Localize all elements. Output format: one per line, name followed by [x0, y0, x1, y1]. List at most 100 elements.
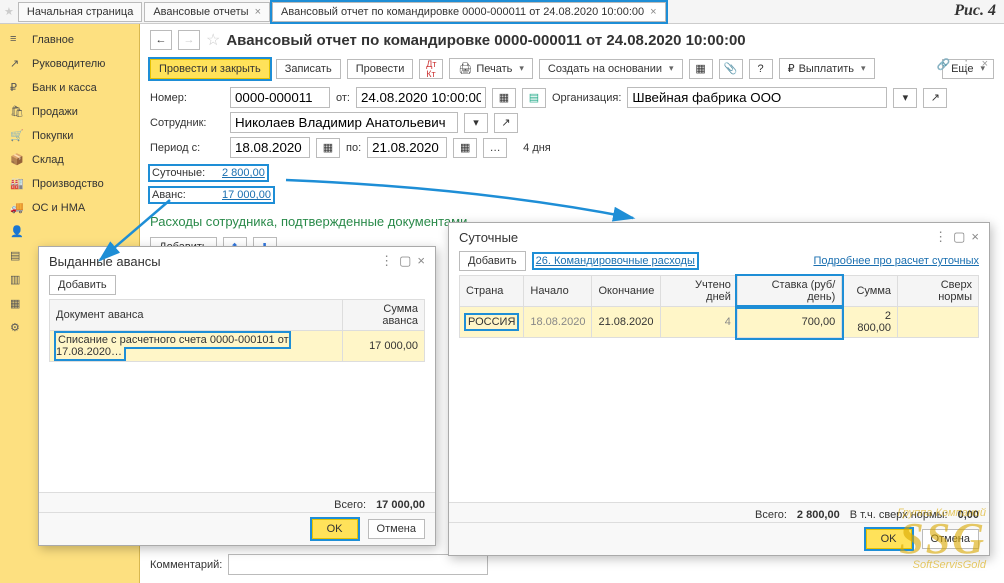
employee-label: Сотрудник:: [150, 117, 224, 129]
sidebar-item-sales[interactable]: 🛍Продажи: [0, 100, 139, 124]
number-label: Номер:: [150, 92, 224, 104]
pay-button[interactable]: ₽ Выплатить: [779, 58, 875, 79]
org-dd-icon[interactable]: ▾: [893, 88, 917, 108]
emp-open-icon[interactable]: ↗: [494, 113, 518, 133]
sidebar-item-bank[interactable]: ₽Банк и касса: [0, 76, 139, 100]
registry-button[interactable]: ▦: [689, 59, 713, 79]
adv-col-sum: Сумма аванса: [342, 300, 424, 331]
more-icon[interactable]: ⋮: [934, 229, 947, 245]
employee-input[interactable]: [230, 112, 458, 133]
truck-icon: 🚚: [10, 201, 24, 215]
sidebar-item-main[interactable]: ≡Главное: [0, 28, 139, 52]
cart-icon: 🛒: [10, 129, 24, 143]
restore-icon[interactable]: ▢: [399, 253, 411, 269]
chart-icon: ↗: [10, 57, 24, 71]
more-icon[interactable]: ⋮: [961, 58, 972, 71]
sidebar-item-assets[interactable]: 🚚ОС и НМА: [0, 196, 139, 220]
calendar-icon[interactable]: ▦: [492, 88, 516, 108]
advance-link[interactable]: 17 000,00: [222, 189, 271, 201]
pd-total-lbl: Всего:: [755, 509, 787, 521]
from-label: от:: [336, 92, 350, 104]
dtKt-button[interactable]: ДтКт: [419, 59, 443, 79]
post-button[interactable]: Провести: [347, 59, 414, 79]
comment-input[interactable]: [228, 554, 488, 575]
gear-icon: ⚙: [10, 321, 24, 335]
days-text: 4 дня: [523, 142, 551, 154]
attach-button[interactable]: 📎: [719, 59, 743, 79]
toolbar: Провести и закрыть Записать Провести ДтК…: [150, 58, 994, 79]
close-icon[interactable]: ×: [255, 6, 261, 18]
pd-add-button[interactable]: Добавить: [459, 251, 526, 271]
org-label: Организация:: [552, 92, 621, 104]
pd-ok-button[interactable]: OK: [866, 529, 912, 549]
pd-total: 2 800,00: [797, 509, 840, 521]
pd-row[interactable]: РОССИЯ 18.08.2020 21.08.2020 4 700,00 2 …: [460, 307, 979, 338]
print-button[interactable]: 🖨 Печать: [449, 58, 533, 79]
adv-ok-button[interactable]: OK: [312, 519, 358, 539]
adv-add-button[interactable]: Добавить: [49, 275, 116, 295]
advance-label: Аванс:: [152, 189, 216, 201]
figure-label: Рис. 4: [954, 2, 996, 20]
sidebar-item-purchases[interactable]: 🛒Покупки: [0, 124, 139, 148]
org-open-icon[interactable]: ↗: [923, 88, 947, 108]
close-icon[interactable]: ×: [982, 58, 988, 71]
calendar-icon[interactable]: ▦: [453, 138, 477, 158]
adv-total-lbl: Всего:: [334, 499, 366, 511]
period-to-input[interactable]: [367, 137, 447, 158]
number-input[interactable]: [230, 87, 330, 108]
period-from-input[interactable]: [230, 137, 310, 158]
adv-row-doc: Списание с расчетного счета 0000-000101 …: [56, 333, 289, 359]
date-input[interactable]: [356, 87, 486, 108]
close-icon[interactable]: ×: [417, 253, 425, 269]
page-title: Авансовый отчет по командировке 0000-000…: [226, 32, 745, 49]
pd-cancel-button[interactable]: Отмена: [922, 529, 979, 549]
period-more-button[interactable]: …: [483, 138, 507, 158]
save-button[interactable]: Записать: [276, 59, 341, 79]
pd-over-val: 0,00: [958, 509, 979, 521]
popup-perdiem-title: Суточные: [459, 230, 518, 245]
restore-icon[interactable]: ▢: [953, 229, 965, 245]
org-input[interactable]: [627, 87, 887, 108]
tab-home[interactable]: Начальная страница: [18, 2, 142, 22]
adv-cancel-button[interactable]: Отмена: [368, 519, 425, 539]
comment-label: Комментарий:: [150, 559, 222, 571]
popup-adv-title: Выданные авансы: [49, 254, 161, 269]
more-icon[interactable]: ⋮: [380, 253, 393, 269]
adv-row[interactable]: Списание с расчетного счета 0000-000101 …: [50, 331, 425, 362]
sidebar-item-8[interactable]: 👤: [0, 220, 139, 244]
pd-more-link[interactable]: Подробнее про расчет суточных: [813, 255, 979, 267]
sidebar-item-manager[interactable]: ↗Руководителю: [0, 52, 139, 76]
period-from-label: Период с:: [150, 142, 224, 154]
adv-row-sum: 17 000,00: [342, 331, 424, 362]
nav-back-button[interactable]: ←: [150, 30, 172, 50]
tab-reports[interactable]: Авансовые отчеты×: [144, 2, 270, 22]
star-icon: ★: [4, 5, 14, 18]
bag-icon: 🛍: [10, 105, 24, 119]
nav-fwd-button[interactable]: →: [178, 30, 200, 50]
help-button[interactable]: ?: [749, 59, 773, 79]
calendar-icon[interactable]: ▦: [316, 138, 340, 158]
pd-category-link[interactable]: 26. Командировочные расходы: [534, 254, 697, 268]
pd-table: Страна Начало Окончание Учтено дней Став…: [459, 275, 979, 338]
close-icon[interactable]: ×: [650, 6, 656, 18]
ruble-icon: ₽: [10, 81, 24, 95]
person-icon: 👤: [10, 225, 24, 239]
adv-total: 17 000,00: [376, 499, 425, 511]
perdiem-link[interactable]: 2 800,00: [222, 167, 265, 179]
post-close-button[interactable]: Провести и закрыть: [150, 59, 270, 79]
popup-advances: Выданные авансы ⋮▢× Добавить Документ ав…: [38, 246, 436, 546]
star-icon[interactable]: ☆: [206, 30, 220, 50]
create-based-button[interactable]: Создать на основании: [539, 59, 683, 79]
sidebar-item-production[interactable]: 🏭Производство: [0, 172, 139, 196]
factory-icon: 🏭: [10, 177, 24, 191]
sidebar-item-warehouse[interactable]: 📦Склад: [0, 148, 139, 172]
close-icon[interactable]: ×: [971, 229, 979, 245]
tab-bar: ★ Начальная страница Авансовые отчеты× А…: [0, 0, 1004, 24]
doc-status-icon: ▤: [522, 88, 546, 108]
emp-dd-icon[interactable]: ▾: [464, 113, 488, 133]
book-icon: ▦: [10, 297, 24, 311]
tab-current[interactable]: Авансовый отчет по командировке 0000-000…: [272, 2, 666, 22]
doc-icon: ▤: [10, 249, 24, 263]
box-icon: 📦: [10, 153, 24, 167]
link-icon[interactable]: 🔗: [937, 58, 951, 71]
